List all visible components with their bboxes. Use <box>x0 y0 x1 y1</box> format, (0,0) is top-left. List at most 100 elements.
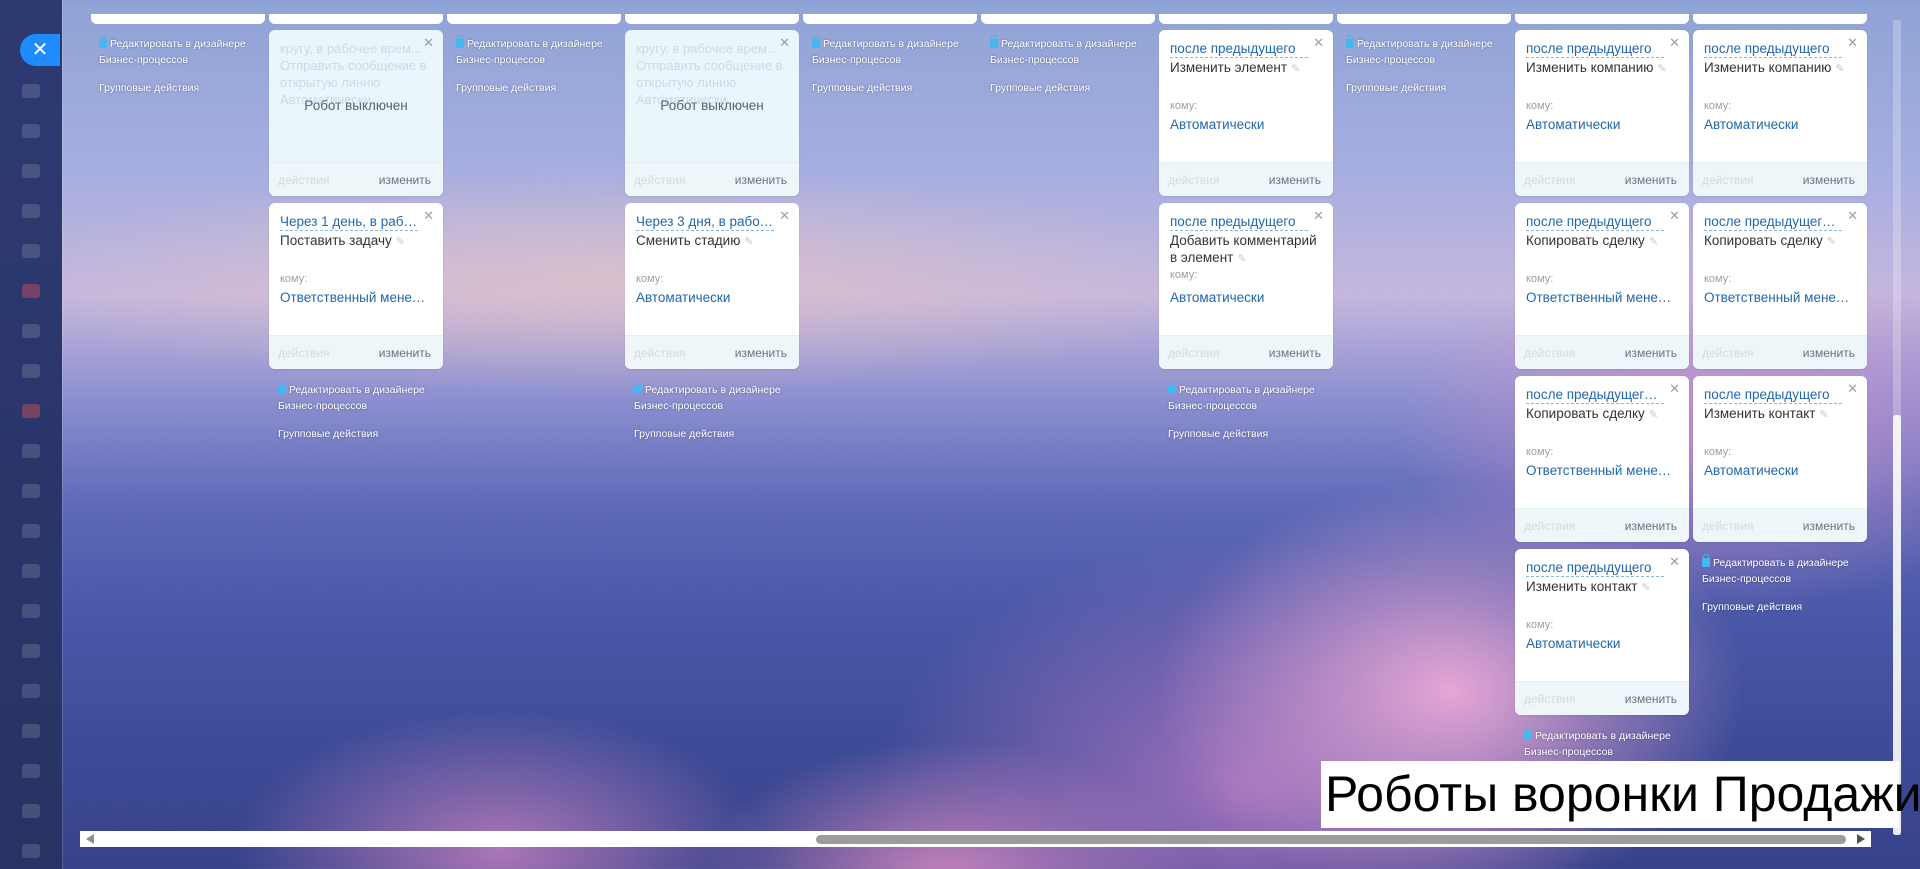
robot-card[interactable]: после предыдущего ✕ Копировать сделку ✎ к… <box>1515 203 1689 369</box>
menu-icon[interactable] <box>22 524 40 538</box>
delete-robot-icon[interactable]: ✕ <box>1669 209 1680 223</box>
edit-robot-link[interactable]: изменить <box>1625 346 1677 360</box>
pencil-icon[interactable]: ✎ <box>1657 63 1666 75</box>
robot-trigger-link[interactable]: Через 3 дня, в рабочее время <box>636 213 774 231</box>
menu-icon[interactable] <box>22 84 40 98</box>
group-actions-link[interactable]: Групповые действия <box>1346 80 1526 96</box>
robot-trigger-link[interactable]: после предыдущего, по условию <box>1526 386 1664 404</box>
robot-trigger-link[interactable]: после предыдущего <box>1704 40 1842 58</box>
edit-robot-link[interactable]: изменить <box>1269 346 1321 360</box>
pencil-icon[interactable]: ✎ <box>1237 253 1246 265</box>
close-slider-button[interactable]: ✕ <box>20 34 60 66</box>
menu-icon[interactable] <box>22 204 40 218</box>
robot-recipient[interactable]: Ответственный менеджер <box>1704 290 1854 305</box>
robot-card[interactable]: после предыдущего ✕ Изменить элемент ✎ ко… <box>1159 30 1333 196</box>
menu-icon[interactable] <box>22 644 40 658</box>
vertical-scrollbar[interactable] <box>1893 20 1901 835</box>
menu-icon[interactable] <box>22 364 40 378</box>
pencil-icon[interactable]: ✎ <box>1649 409 1658 421</box>
robot-trigger-link[interactable]: после предыдущего, по условию <box>1704 213 1842 231</box>
pencil-icon[interactable]: ✎ <box>1641 582 1650 594</box>
menu-icon[interactable] <box>22 684 40 698</box>
group-actions-link[interactable]: Групповые действия <box>99 80 279 96</box>
designer-link[interactable]: Редактировать в дизайнере Бизнес-процессо… <box>1524 727 1671 758</box>
menu-icon[interactable] <box>22 324 40 338</box>
robot-card[interactable]: после предыдущего ✕ Изменить контакт ✎ ко… <box>1693 376 1867 542</box>
horizontal-scroll-thumb[interactable] <box>816 835 1846 844</box>
edit-robot-link[interactable]: изменить <box>735 346 787 360</box>
edit-robot-link[interactable]: изменить <box>1625 519 1677 533</box>
edit-robot-link[interactable]: изменить <box>1803 173 1855 187</box>
pencil-icon[interactable]: ✎ <box>396 236 405 248</box>
pencil-icon[interactable]: ✎ <box>1819 409 1828 421</box>
menu-icon[interactable] <box>22 804 40 818</box>
menu-icon[interactable] <box>22 124 40 138</box>
designer-link[interactable]: Редактировать в дизайнере Бизнес-процессо… <box>990 35 1137 66</box>
scroll-left-arrow-icon[interactable] <box>86 834 94 844</box>
horizontal-scrollbar[interactable] <box>80 831 1871 847</box>
delete-robot-icon[interactable]: ✕ <box>779 36 790 50</box>
designer-link[interactable]: Редактировать в дизайнере Бизнес-процессо… <box>1346 35 1493 66</box>
group-actions-link[interactable]: Групповые действия <box>456 80 636 96</box>
edit-robot-link[interactable]: изменить <box>735 173 787 187</box>
pencil-icon[interactable]: ✎ <box>1649 236 1658 248</box>
robot-recipient[interactable]: Автоматически <box>1704 463 1854 478</box>
robot-card[interactable]: после предыдущего ✕ Добавить комментарий… <box>1159 203 1333 369</box>
delete-robot-icon[interactable]: ✕ <box>1313 36 1324 50</box>
designer-link[interactable]: Редактировать в дизайнере Бизнес-процессо… <box>1702 554 1849 585</box>
pencil-icon[interactable]: ✎ <box>744 236 753 248</box>
delete-robot-icon[interactable]: ✕ <box>1669 382 1680 396</box>
robot-recipient[interactable]: Автоматически <box>1526 117 1676 132</box>
robot-trigger-link[interactable]: после предыдущего <box>1526 213 1664 231</box>
delete-robot-icon[interactable]: ✕ <box>1669 555 1680 569</box>
menu-icon[interactable] <box>22 564 40 578</box>
menu-icon[interactable] <box>22 724 40 738</box>
edit-robot-link[interactable]: изменить <box>1625 173 1677 187</box>
designer-link[interactable]: Редактировать в дизайнере Бизнес-процессо… <box>812 35 959 66</box>
robot-card[interactable]: после предыдущего, по условию ✕ Копирова… <box>1515 376 1689 542</box>
menu-icon[interactable] <box>22 284 40 298</box>
robot-recipient[interactable]: Автоматически <box>1704 117 1854 132</box>
pencil-icon[interactable]: ✎ <box>1827 236 1836 248</box>
robot-recipient[interactable]: Ответственный менеджер <box>280 290 430 305</box>
menu-icon[interactable] <box>22 844 40 858</box>
menu-icon[interactable] <box>22 404 40 418</box>
pencil-icon[interactable]: ✎ <box>1291 63 1300 75</box>
robot-card-disabled[interactable]: кругу, в рабочее врем... Отправить сообщ… <box>269 30 443 196</box>
group-actions-link[interactable]: Групповые действия <box>634 426 814 442</box>
designer-link[interactable]: Редактировать в дизайнере Бизнес-процессо… <box>99 35 246 66</box>
menu-icon[interactable] <box>22 244 40 258</box>
menu-icon[interactable] <box>22 604 40 618</box>
designer-link[interactable]: Редактировать в дизайнере Бизнес-процессо… <box>634 381 781 412</box>
designer-link[interactable]: Редактировать в дизайнере Бизнес-процессо… <box>456 35 603 66</box>
robot-recipient[interactable]: Автоматически <box>1170 117 1320 132</box>
robot-trigger-link[interactable]: после предыдущего <box>1526 559 1664 577</box>
delete-robot-icon[interactable]: ✕ <box>1847 36 1858 50</box>
menu-icon[interactable] <box>22 164 40 178</box>
robot-trigger-link[interactable]: после предыдущего <box>1170 40 1308 58</box>
robot-card[interactable]: Через 1 день, в рабочее время ✕ Поставит… <box>269 203 443 369</box>
delete-robot-icon[interactable]: ✕ <box>1847 382 1858 396</box>
robot-recipient[interactable]: Автоматически <box>1170 290 1320 305</box>
designer-link[interactable]: Редактировать в дизайнере Бизнес-процессо… <box>1168 381 1315 412</box>
robot-recipient[interactable]: Ответственный менеджер <box>1526 290 1676 305</box>
edit-robot-link[interactable]: изменить <box>1803 519 1855 533</box>
edit-robot-link[interactable]: изменить <box>1803 346 1855 360</box>
robot-card-disabled[interactable]: кругу, в рабочее врем... Отправить сообщ… <box>625 30 799 196</box>
designer-link[interactable]: Редактировать в дизайнере Бизнес-процессо… <box>278 381 425 412</box>
edit-robot-link[interactable]: изменить <box>1269 173 1321 187</box>
robot-trigger-link[interactable]: после предыдущего <box>1704 386 1842 404</box>
delete-robot-icon[interactable]: ✕ <box>1669 36 1680 50</box>
robot-card[interactable]: после предыдущего, по условию ✕ Копирова… <box>1693 203 1867 369</box>
group-actions-link[interactable]: Групповые действия <box>1168 426 1348 442</box>
edit-robot-link[interactable]: изменить <box>379 346 431 360</box>
robot-trigger-link[interactable]: после предыдущего <box>1170 213 1308 231</box>
group-actions-link[interactable]: Групповые действия <box>812 80 992 96</box>
robot-card[interactable]: Через 3 дня, в рабочее время ✕ Сменить с… <box>625 203 799 369</box>
robot-recipient[interactable]: Ответственный менеджер <box>1526 463 1676 478</box>
robot-recipient[interactable]: Автоматически <box>636 290 786 305</box>
robot-card[interactable]: после предыдущего ✕ Изменить компанию ✎ к… <box>1693 30 1867 196</box>
robot-card[interactable]: после предыдущего ✕ Изменить компанию ✎ к… <box>1515 30 1689 196</box>
group-actions-link[interactable]: Групповые действия <box>278 426 458 442</box>
delete-robot-icon[interactable]: ✕ <box>1313 209 1324 223</box>
